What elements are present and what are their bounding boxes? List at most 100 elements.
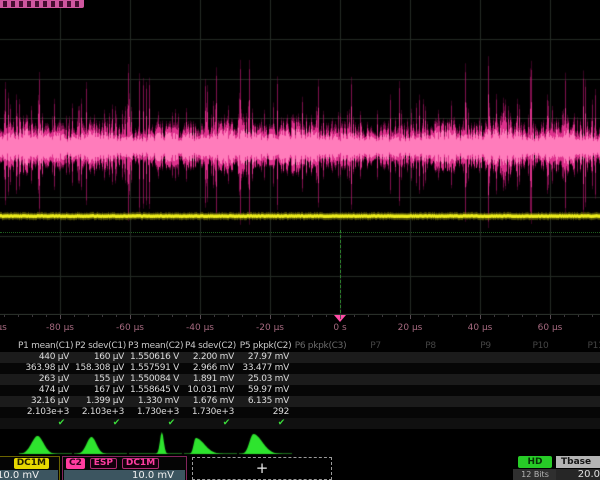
measure-gate-vertical-marker — [340, 230, 341, 313]
measure-value: 1.730e+3 — [183, 407, 234, 418]
measure-header-P2[interactable]: P2 sdev(C1) — [73, 341, 128, 352]
measure-value: 263 µV — [18, 374, 69, 385]
time-axis-label: 0 s — [333, 323, 346, 333]
measure-table-row: 363.98 µV158.308 µV1.557591 V2.966 mV33.… — [0, 363, 600, 374]
measure-value: 2.103e+3 — [73, 407, 124, 418]
c2-coupling-badge: DC1M — [122, 458, 159, 469]
axis-tick — [158, 315, 159, 317]
measure-header-P11[interactable]: P11 — [568, 341, 600, 352]
axis-tick — [424, 315, 425, 317]
status-check-icon: ✔ — [73, 418, 120, 429]
status-check-icon: ✔ — [183, 418, 230, 429]
axis-tick — [494, 315, 495, 317]
tbase-value: 20.0 — [556, 469, 600, 480]
c1-coupling-badge: DC1M — [14, 458, 49, 469]
axis-tick — [256, 315, 257, 317]
axis-tick — [452, 315, 453, 317]
channel-c1-descriptor[interactable]: DC1M 10.0 mV — [0, 456, 60, 480]
measure-header-P9[interactable]: P9 — [458, 341, 513, 352]
measure-value: 1.730e+3 — [128, 407, 179, 418]
measure-table-row: P1 mean(C1)P2 sdev(C1)P3 mean(C2)P4 sdev… — [0, 341, 600, 352]
axis-tick — [382, 315, 383, 317]
c1-scale-value: 10.0 mV — [0, 470, 58, 480]
time-axis-label: 60 µs — [538, 323, 563, 333]
axis-tick — [88, 315, 89, 317]
axis-tick — [46, 315, 47, 317]
axis-tick — [438, 315, 439, 317]
axis-tick — [4, 315, 5, 317]
measure-header-P1[interactable]: P1 mean(C1) — [18, 341, 73, 352]
status-check-icon: ✔ — [128, 418, 175, 429]
measure-header-P4[interactable]: P4 sdev(C2) — [183, 341, 238, 352]
measure-value: 158.308 µV — [73, 363, 124, 374]
axis-tick — [242, 315, 243, 317]
time-axis-label: -100 µs — [0, 323, 7, 333]
timebase-descriptor[interactable]: Tbase 20.0 — [556, 456, 600, 480]
waveform-display-area[interactable] — [0, 0, 600, 315]
measure-value: 292 — [238, 407, 289, 418]
measure-value: 32.16 µV — [18, 396, 69, 407]
trace-label-badge — [0, 0, 84, 8]
axis-tick — [60, 315, 61, 319]
measure-value: 474 µV — [18, 385, 69, 396]
measure-value: 27.97 mV — [238, 352, 289, 363]
axis-tick — [228, 315, 229, 317]
c2-channel-badge: C2 — [66, 458, 85, 469]
measure-header-P5[interactable]: P5 pkpk(C2) — [238, 341, 293, 352]
axis-tick — [368, 315, 369, 317]
plus-icon: + — [256, 459, 269, 477]
time-axis-label: -60 µs — [116, 323, 144, 333]
measure-header-P8[interactable]: P8 — [403, 341, 458, 352]
measure-value: 1.550084 V — [128, 374, 179, 385]
measure-table-row: 263 µV155 µV1.550084 V1.891 mV25.03 mV — [0, 374, 600, 385]
add-channel-button[interactable]: + — [192, 457, 332, 480]
measure-value: 160 µV — [73, 352, 124, 363]
axis-tick — [298, 315, 299, 317]
axis-tick — [578, 315, 579, 317]
measure-value: 1.891 mV — [183, 374, 234, 385]
axis-tick — [130, 315, 131, 319]
measure-value: 1.330 mV — [128, 396, 179, 407]
c2-scale-value: 10.0 mV — [64, 470, 185, 480]
measure-header-P3[interactable]: P3 mean(C2) — [128, 341, 183, 352]
axis-tick — [326, 315, 327, 317]
axis-tick — [312, 315, 313, 317]
tbase-label: Tbase — [556, 456, 600, 468]
status-check-icon: ✔ — [238, 418, 285, 429]
measure-value: 363.98 µV — [18, 363, 69, 374]
axis-tick — [270, 315, 271, 319]
measure-value: 6.135 mV — [238, 396, 289, 407]
axis-tick — [74, 315, 75, 317]
axis-tick — [410, 315, 411, 319]
axis-tick — [480, 315, 481, 319]
measure-value: 25.03 mV — [238, 374, 289, 385]
measure-value: 59.97 mV — [238, 385, 289, 396]
hd-mode-badge[interactable]: HD — [518, 456, 552, 468]
measure-table-row: 474 µV167 µV1.558645 V10.031 mV59.97 mV — [0, 385, 600, 396]
measure-gate-horizontal-marker — [0, 232, 600, 233]
measure-value: 440 µV — [18, 352, 69, 363]
time-axis: -100 µs-80 µs-60 µs-40 µs-20 µs0 s20 µs4… — [0, 315, 600, 341]
axis-tick — [340, 315, 341, 319]
axis-tick — [32, 315, 33, 317]
measure-table-row: 440 µV160 µV1.550616 V2.200 mV27.97 mV — [0, 352, 600, 363]
channel-c2-descriptor[interactable]: C2 ESP DC1M 10.0 mV — [62, 456, 187, 480]
axis-tick — [522, 315, 523, 317]
measure-value: 167 µV — [73, 385, 124, 396]
measure-value: 1.557591 V — [128, 363, 179, 374]
c2-esp-badge: ESP — [90, 458, 117, 469]
measure-header-P7[interactable]: P7 — [348, 341, 403, 352]
measure-value: 2.200 mV — [183, 352, 234, 363]
axis-tick — [116, 315, 117, 317]
axis-tick — [144, 315, 145, 317]
measure-header-P6[interactable]: P6 pkpk(C3) — [293, 341, 348, 352]
axis-tick — [186, 315, 187, 317]
axis-tick — [284, 315, 285, 317]
time-axis-label: 40 µs — [468, 323, 493, 333]
measure-header-P10[interactable]: P10 — [513, 341, 568, 352]
axis-tick — [354, 315, 355, 317]
measure-value: 1.676 mV — [183, 396, 234, 407]
measure-table-row: ✔✔✔✔✔ — [0, 418, 600, 429]
measurement-histicons[interactable] — [0, 429, 600, 455]
axis-tick — [102, 315, 103, 317]
